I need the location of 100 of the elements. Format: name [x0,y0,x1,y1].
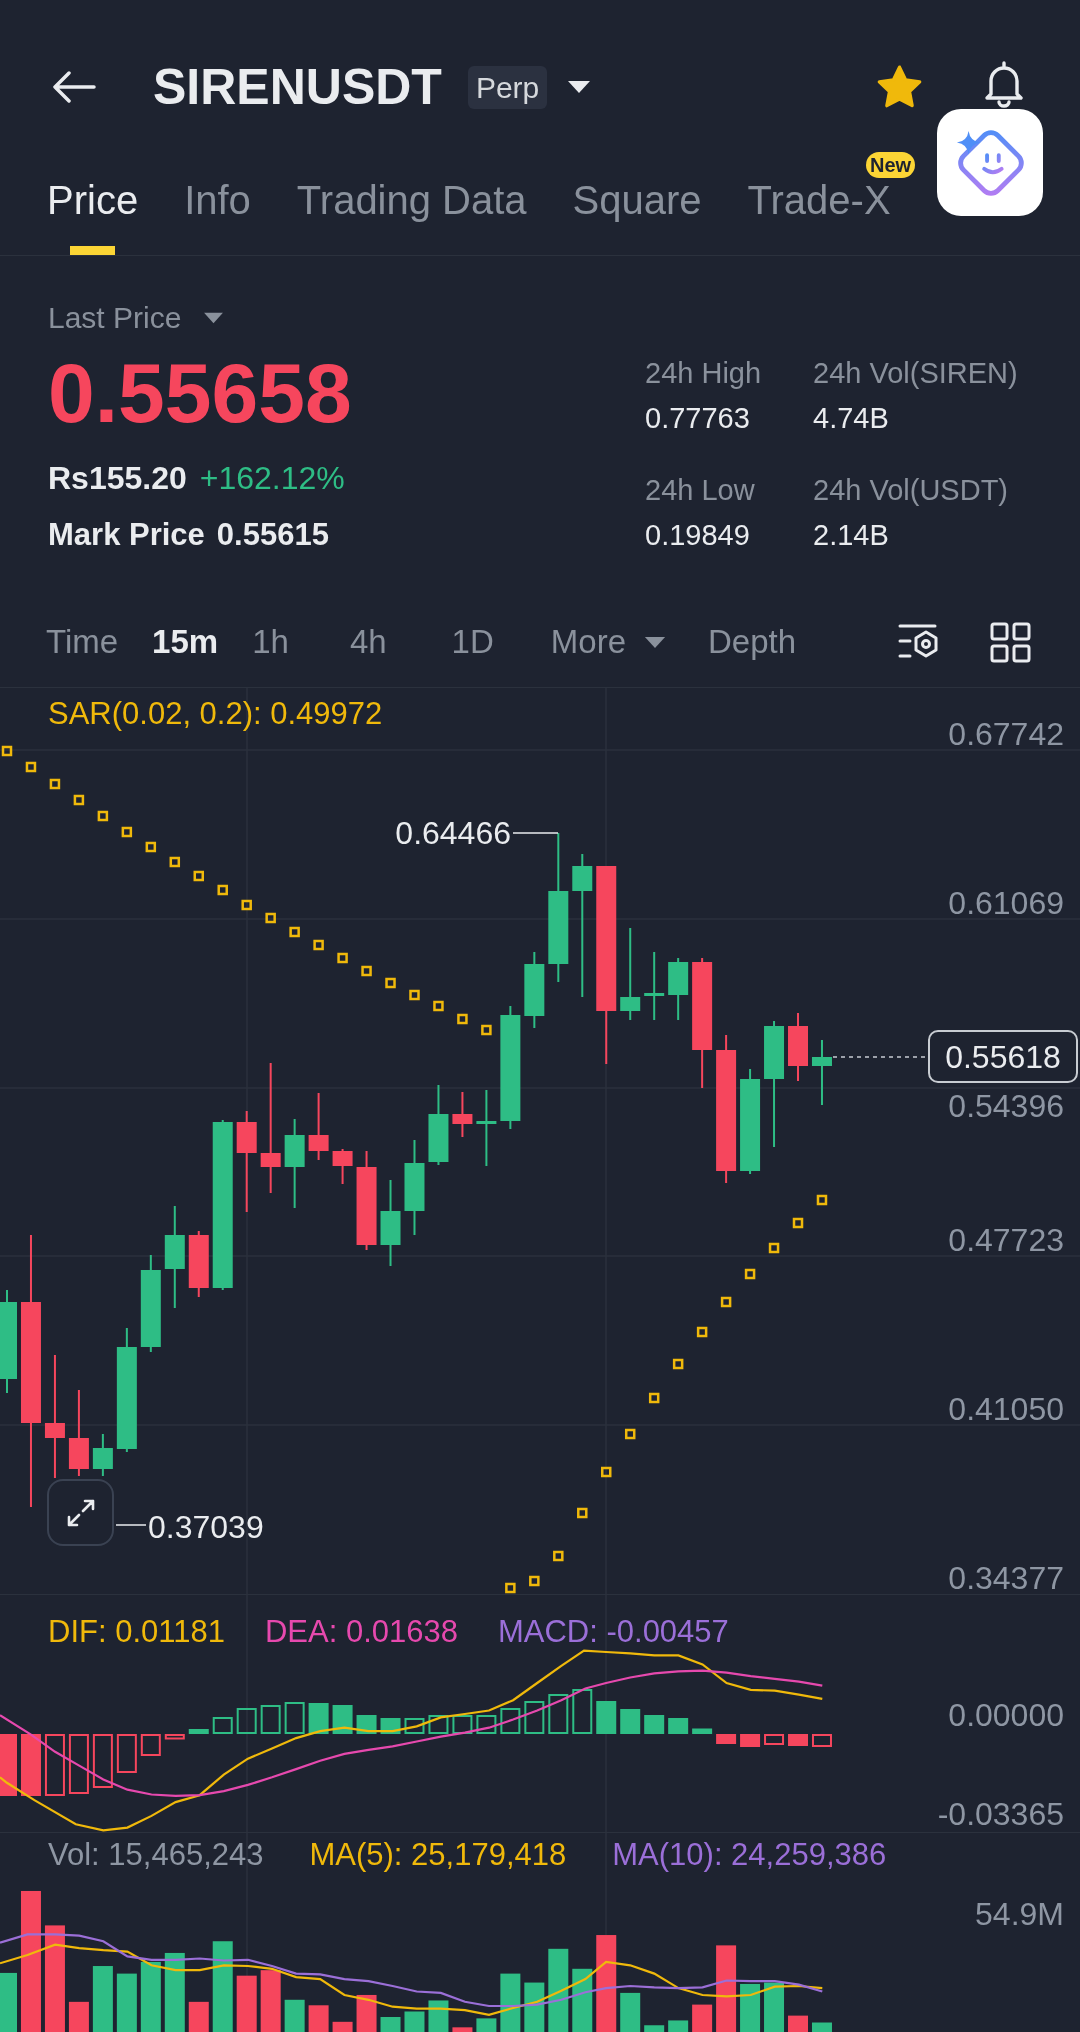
candle [668,958,689,1020]
volume-legend-label: MA(5): 25,179,418 [309,1839,567,1870]
price-type-dropdown[interactable]: Last Price [48,298,225,338]
price-axis-label: 0.61069 [948,886,1064,919]
sar-point [25,761,37,773]
sar-point [265,912,276,924]
perp-tag: Perp [467,65,548,109]
grid-icon[interactable] [990,621,1031,663]
interval-tab[interactable]: 15m [152,622,219,662]
expand-button[interactable] [47,1479,114,1546]
volume-bar [452,2027,473,2032]
macd-bar [548,1694,569,1734]
macd-bar [812,1734,832,1747]
macd-bar [92,1734,113,1788]
macd-legend-label: MACD: -0.00457 [497,1616,729,1647]
volume-bar [260,1970,281,2032]
macd-legend-label: DIF: 0.01181 [48,1616,225,1647]
sar-point [577,1507,588,1519]
stat-label: 24h Low [645,473,755,508]
macd-bar [332,1705,353,1734]
macd-bar [404,1718,425,1734]
volume-bar [188,2001,209,2032]
volume-bar [0,1972,17,2032]
macd-bar [716,1734,737,1744]
candle [644,952,665,1020]
volume-bar [116,1973,137,2032]
more-dropdown[interactable]: More [550,622,666,662]
volume-bar [332,2021,353,2032]
interval-tab[interactable]: 1D [451,622,494,662]
candle [188,1231,209,1297]
interval-tab[interactable]: 1h [252,622,289,662]
sar-point [457,1013,468,1025]
macd-bar [692,1728,713,1734]
candle [332,1149,353,1184]
macd-bar [20,1734,41,1796]
tab[interactable]: Info [184,130,251,255]
sar-point [313,939,324,951]
volume-bar [788,2015,808,2032]
volume-bar [620,1992,641,2032]
volume-bar [668,2020,689,2032]
tab[interactable]: Trading Data [296,130,527,255]
candle [308,1093,329,1160]
volume-bar [428,2000,449,2032]
macd-bar [476,1715,497,1734]
stat-value: 0.77763 [645,401,750,436]
volume-bar [380,2017,401,2032]
fiat-price: Rs155.20 [48,459,187,498]
macd-axis-label: -0.03365 [937,1798,1064,1830]
assistant-button[interactable] [937,109,1043,216]
macd-bar [212,1717,233,1734]
volume-bar [644,2025,665,2032]
mark-price: 0.55615 [216,516,329,554]
sar-point [505,1582,516,1594]
volume-bar [740,1983,761,2032]
macd-bar [140,1734,161,1756]
price-axis-label: 0.54396 [948,1089,1064,1122]
price-change: +162.12% [199,459,345,498]
tab[interactable]: Square [572,130,702,255]
macd-bar [572,1689,593,1734]
sar-point [648,1392,660,1404]
macd-bar [452,1715,473,1734]
volume-bar [284,1999,305,2032]
macd-bar [788,1734,808,1746]
candle [812,1040,832,1105]
caret-icon[interactable] [567,79,592,95]
low-price-label: 0.37039 [148,1511,264,1543]
volume-legend-label: MA(10): 24,259,386 [612,1839,887,1870]
sar-point [553,1550,564,1562]
candle [452,1092,473,1137]
new-tag: New [866,152,916,178]
sar-point [601,1466,612,1478]
sar-point [409,989,420,1001]
sar-point [433,1000,444,1012]
sar-point [792,1217,804,1229]
sar-point [768,1242,780,1254]
macd-bar [524,1701,545,1734]
last-price: 0.55658 [48,351,352,435]
macd-bar [116,1734,137,1773]
sar-point [720,1296,732,1308]
stat-label: 24h Vol(USDT) [813,473,1008,508]
volume-bar [236,1975,257,2032]
back-icon[interactable] [52,71,96,103]
macd-bar [260,1705,281,1734]
macd-bar [740,1734,761,1747]
macd-bar [620,1709,641,1734]
current-price-tag: 0.55618 [928,1030,1078,1083]
interval-tab[interactable]: Time [46,622,119,662]
price-axis-label: 0.47723 [948,1224,1064,1257]
volume-bar [68,2001,89,2032]
tab[interactable]: Price [47,130,139,255]
macd-bar [284,1702,305,1734]
sar-point [97,810,109,822]
sar-point [169,856,181,868]
macd-bar [308,1703,329,1734]
sar-point [1,745,13,757]
macd-bar [44,1734,65,1796]
interval-tab[interactable]: 4h [349,622,387,662]
interval-tab[interactable]: Depth [708,622,797,662]
macd-bar [668,1718,689,1734]
volume-bar [764,1982,785,2032]
